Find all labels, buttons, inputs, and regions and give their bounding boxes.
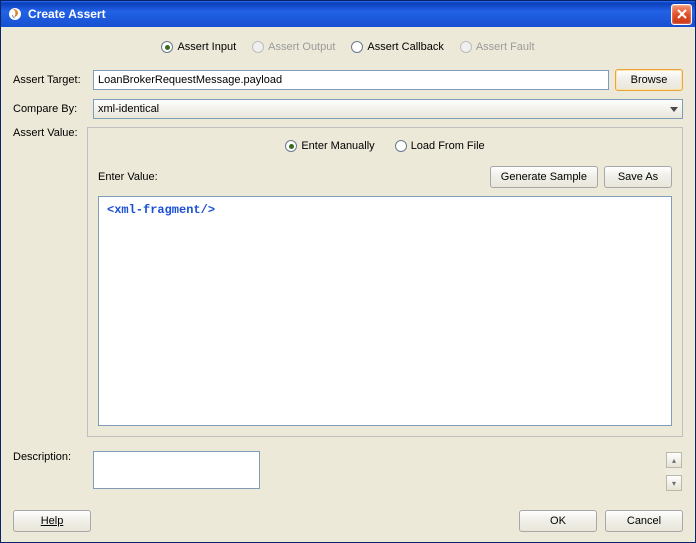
assert-callback-radio[interactable]: Assert Callback — [347, 39, 447, 55]
description-input[interactable] — [93, 451, 260, 489]
enter-manually-radio[interactable]: Enter Manually — [281, 138, 378, 154]
compare-by-select[interactable]: xml-identical — [93, 99, 683, 119]
description-label: Description: — [13, 451, 87, 463]
radio-icon — [252, 41, 264, 53]
radio-icon — [351, 41, 363, 53]
dialog-footer: Help OK Cancel — [1, 510, 695, 542]
description-section: Description: ▴ ▾ — [13, 451, 683, 492]
radio-icon — [395, 140, 407, 152]
help-button[interactable]: Help — [13, 510, 91, 532]
assert-type-group: Assert Input Assert Output Assert Callba… — [13, 39, 683, 55]
create-assert-dialog: Create Assert Assert Input Assert Output… — [0, 0, 696, 543]
assert-target-row: Assert Target: Browse — [13, 69, 683, 91]
assert-input-radio[interactable]: Assert Input — [157, 39, 240, 55]
radio-label: Assert Fault — [476, 41, 535, 53]
assert-target-label: Assert Target: — [13, 74, 87, 86]
radio-label: Assert Output — [268, 41, 335, 53]
radio-label: Assert Callback — [367, 41, 443, 53]
close-button[interactable] — [671, 4, 692, 25]
scroll-up-icon[interactable]: ▴ — [666, 452, 682, 468]
save-as-button[interactable]: Save As — [604, 166, 672, 188]
ok-button[interactable]: OK — [519, 510, 597, 532]
radio-icon — [460, 41, 472, 53]
radio-icon — [285, 140, 297, 152]
radio-label: Enter Manually — [301, 140, 374, 152]
value-mode-group: Enter Manually Load From File — [98, 138, 672, 154]
radio-label: Load From File — [411, 140, 485, 152]
assert-target-input[interactable] — [93, 70, 609, 90]
enter-value-label: Enter Value: — [98, 171, 158, 183]
generate-sample-button[interactable]: Generate Sample — [490, 166, 598, 188]
titlebar: Create Assert — [1, 1, 695, 27]
xml-editor[interactable]: <xml-fragment/> — [98, 196, 672, 426]
load-from-file-radio[interactable]: Load From File — [391, 138, 489, 154]
editor-content: <xml-fragment/> — [107, 203, 215, 217]
compare-by-label: Compare By: — [13, 103, 87, 115]
radio-icon — [161, 41, 173, 53]
assert-fault-radio: Assert Fault — [456, 39, 539, 55]
assert-value-label: Assert Value: — [13, 127, 87, 437]
scrollbar[interactable]: ▴ ▾ — [666, 452, 682, 491]
assert-value-section: Assert Value: Enter Manually Load From F… — [13, 127, 683, 437]
app-icon — [7, 6, 23, 22]
dialog-title: Create Assert — [28, 7, 671, 21]
compare-by-row: Compare By: xml-identical — [13, 99, 683, 119]
dialog-body: Assert Input Assert Output Assert Callba… — [1, 27, 695, 500]
browse-button[interactable]: Browse — [615, 69, 683, 91]
assert-value-panel: Enter Manually Load From File Enter Valu… — [87, 127, 683, 437]
radio-label: Assert Input — [177, 41, 236, 53]
scroll-down-icon[interactable]: ▾ — [666, 475, 682, 491]
assert-output-radio: Assert Output — [248, 39, 339, 55]
compare-by-value: xml-identical — [98, 103, 159, 115]
value-action-row: Enter Value: Generate Sample Save As — [98, 166, 672, 188]
cancel-button[interactable]: Cancel — [605, 510, 683, 532]
